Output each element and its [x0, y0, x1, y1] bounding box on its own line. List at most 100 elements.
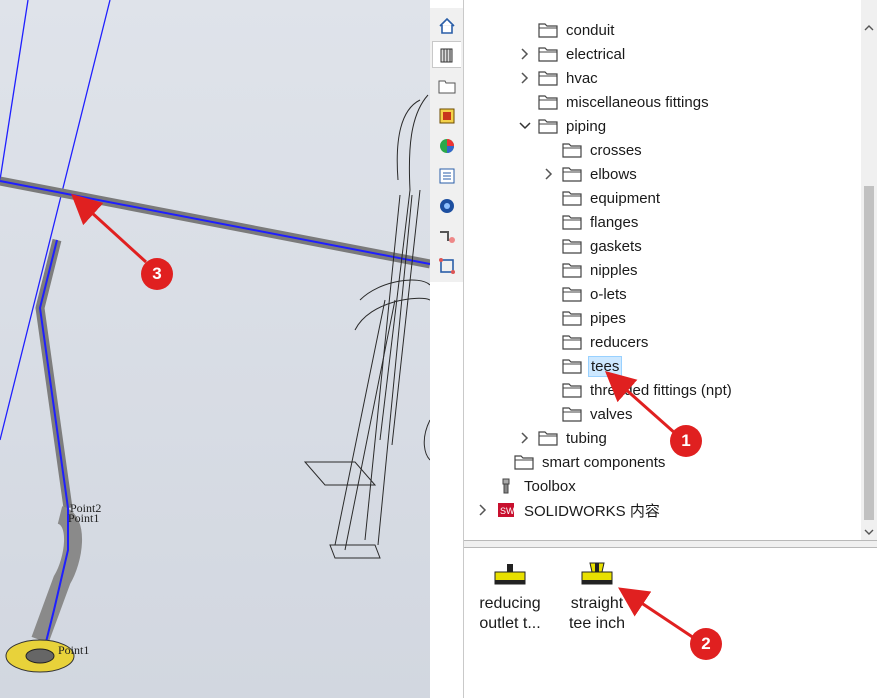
file-explorer-tab[interactable]: [432, 72, 461, 99]
custom-properties-icon: [439, 168, 454, 183]
point1-label: Point1: [68, 511, 99, 525]
tree-item-label: o-lets: [590, 285, 627, 303]
expander: [542, 359, 556, 373]
folder-icon: [562, 167, 582, 182]
scroll-up-icon[interactable]: [861, 20, 877, 36]
palette-item-straight-tee-inch[interactable]: straight tee inch: [557, 562, 637, 634]
palette-item-reducing-outlet-tee[interactable]: reducing outlet t...: [470, 562, 550, 634]
electrical-icon: [438, 257, 455, 274]
chevron-right-icon[interactable]: [544, 168, 554, 180]
task-pane-tabs: [430, 8, 463, 282]
tree-item[interactable]: reducers: [542, 330, 650, 354]
tree-item[interactable]: o-lets: [542, 282, 629, 306]
routing-library-tab[interactable]: [432, 222, 461, 249]
tree-item-label: tees: [588, 355, 623, 377]
tree-item[interactable]: nipples: [542, 258, 640, 282]
chevron-right-icon[interactable]: [520, 48, 530, 60]
folder-icon: [562, 143, 582, 158]
solidworks-content-icon: SW: [498, 503, 515, 517]
folder-icon: [562, 407, 582, 422]
tree-item[interactable]: Toolbox: [476, 474, 578, 498]
tree-item-label: gaskets: [590, 237, 642, 255]
tree-item-label: hvac: [566, 69, 598, 87]
expander: [476, 479, 490, 493]
routing-library-icon: [439, 230, 455, 243]
tree-item[interactable]: hvac: [518, 66, 600, 90]
expander[interactable]: [518, 71, 532, 85]
expander: [542, 407, 556, 421]
electrical-tab[interactable]: [432, 252, 461, 279]
chevron-down-icon[interactable]: [519, 121, 531, 131]
expander: [542, 311, 556, 325]
palette-item-line1: reducing: [479, 595, 541, 612]
custom-properties-tab[interactable]: [432, 162, 461, 189]
appearances-tab[interactable]: [432, 132, 461, 159]
straight-tee-inch-icon: [581, 562, 613, 585]
file-explorer-icon: [438, 80, 455, 93]
view-palette-tab[interactable]: [432, 102, 461, 129]
palette-item-line2: outlet t...: [479, 615, 541, 632]
tree-item-label: elbows: [590, 165, 637, 183]
tree-item-label: Toolbox: [524, 477, 576, 495]
tree-item[interactable]: piping: [518, 114, 608, 138]
tree-item-label: nipples: [590, 261, 638, 279]
expander[interactable]: [518, 119, 532, 133]
tree-item[interactable]: valves: [542, 402, 635, 426]
folder-icon: [538, 23, 558, 38]
tree-item-label: electrical: [566, 45, 626, 63]
callout-badge-2: 2: [690, 628, 722, 660]
tree-item[interactable]: smart components: [494, 450, 667, 474]
tree-item[interactable]: SW SOLIDWORKS 内容: [476, 498, 662, 522]
expander[interactable]: [518, 47, 532, 61]
folder-icon: [562, 311, 582, 326]
tree-item[interactable]: pipes: [542, 306, 628, 330]
tree-item[interactable]: elbows: [542, 162, 639, 186]
expander[interactable]: [476, 503, 490, 517]
expander: [542, 215, 556, 229]
chevron-right-icon[interactable]: [520, 432, 530, 444]
tree-item[interactable]: crosses: [542, 138, 644, 162]
design-library-icon: [440, 48, 453, 62]
tree-item[interactable]: conduit: [518, 18, 616, 42]
tree-item[interactable]: tubing: [518, 426, 609, 450]
expander: [542, 239, 556, 253]
expander: [542, 287, 556, 301]
tree-item[interactable]: miscellaneous fittings: [518, 90, 711, 114]
callout-badge-3: 3: [141, 258, 173, 290]
expander: [542, 143, 556, 157]
tree-item-label: conduit: [566, 21, 615, 39]
solidworks-forum-tab[interactable]: [432, 192, 461, 219]
tree-item-label: equipment: [590, 189, 661, 207]
expander[interactable]: [518, 431, 532, 445]
tree-item[interactable]: electrical: [518, 42, 627, 66]
scroll-down-icon[interactable]: [861, 524, 877, 540]
folder-icon: [562, 215, 582, 230]
solidworks-forum-icon: [439, 198, 454, 213]
tree-item-label: piping: [566, 117, 607, 135]
palette-item-line1: straight: [570, 595, 624, 612]
palette-item-line2: tee inch: [568, 615, 626, 632]
chevron-right-icon[interactable]: [520, 72, 530, 84]
expander[interactable]: [542, 167, 556, 181]
tree-item[interactable]: flanges: [542, 210, 640, 234]
scroll-thumb[interactable]: [864, 186, 874, 520]
tree-item[interactable]: threaded fittings (npt): [542, 378, 734, 402]
tree-item-label: SOLIDWORKS 内容: [524, 502, 660, 520]
tree-item-label: miscellaneous fittings: [566, 93, 709, 111]
expander: [518, 95, 532, 109]
tree-item[interactable]: tees: [542, 354, 623, 378]
tree-item[interactable]: equipment: [542, 186, 662, 210]
tree-palette-splitter[interactable]: [464, 540, 877, 548]
graphics-viewport[interactable]: Point2 Point1 Point1: [0, 0, 430, 698]
expander: [542, 383, 556, 397]
folder-icon: [562, 263, 582, 278]
home-tab[interactable]: [432, 12, 461, 39]
svg-text:SW: SW: [500, 506, 515, 516]
design-library-tab[interactable]: [432, 41, 461, 68]
folder-icon: [538, 119, 558, 134]
tree-scrollbar[interactable]: [861, 0, 877, 540]
home-icon: [438, 17, 455, 34]
chevron-right-icon[interactable]: [478, 504, 488, 516]
tree-item[interactable]: gaskets: [542, 234, 644, 258]
folder-icon: [562, 287, 582, 302]
